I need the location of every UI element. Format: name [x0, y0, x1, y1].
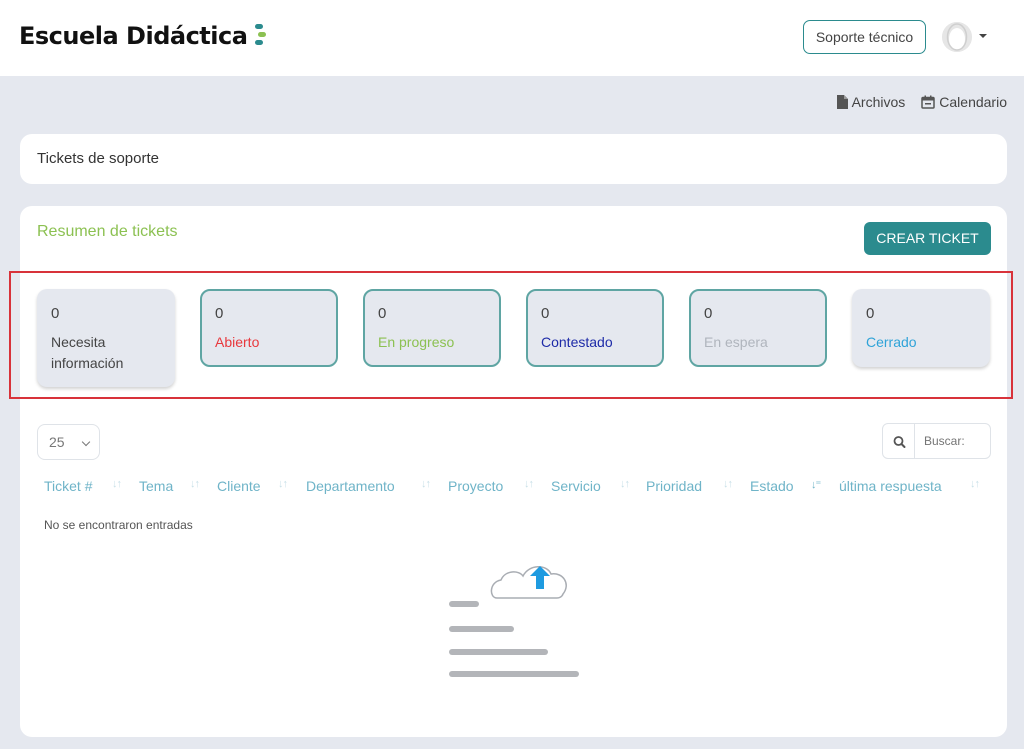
archivos-label: Archivos [851, 94, 906, 110]
stat-label: Abierto [215, 334, 260, 350]
page-title-card: Tickets de soporte [20, 134, 1007, 184]
page-length-value: 25 [49, 434, 65, 450]
page-title: Tickets de soporte [37, 150, 159, 167]
col-tema[interactable]: Tema [139, 478, 173, 494]
stat-count: 0 [866, 305, 875, 322]
sort-icon: ↓↑ [970, 478, 980, 490]
search-icon [893, 436, 906, 448]
stat-count: 0 [215, 305, 224, 322]
col-ticket[interactable]: Ticket # [44, 478, 93, 494]
stat-label: En progreso [378, 334, 455, 350]
page-length-select[interactable]: 25 [37, 424, 100, 460]
sort-icon: ↓↑ [723, 478, 733, 490]
stat-on-hold[interactable]: 0 En espera [689, 289, 827, 367]
calendar-icon [921, 95, 936, 109]
empty-message: No se encontraron entradas [44, 518, 193, 532]
logo[interactable]: Escuela Didáctica [19, 20, 267, 52]
col-servicio[interactable]: Servicio [551, 478, 601, 494]
stat-count: 0 [541, 305, 550, 322]
col-prioridad[interactable]: Prioridad [646, 478, 702, 494]
stat-label: Contestado [541, 334, 613, 350]
sort-icon: ↓↑ [620, 478, 630, 490]
sort-icon: ↓↑ [524, 478, 534, 490]
calendario-label: Calendario [939, 94, 1007, 110]
stat-closed[interactable]: 0 Cerrado [852, 289, 990, 367]
table-header: Ticket # ↓↑ Tema ↓↑ Cliente ↓↑ Departame… [44, 476, 991, 498]
stat-label: Necesita información [51, 334, 124, 371]
sort-desc-icon: ↓⁼ [811, 479, 821, 491]
archivos-link[interactable]: Archivos [836, 94, 906, 110]
quick-links: Archivos Calendario [836, 94, 1007, 110]
chevron-down-icon [81, 437, 91, 447]
stat-label: Cerrado [866, 334, 917, 350]
col-proyecto[interactable]: Proyecto [448, 478, 503, 494]
summary-title: Resumen de tickets [37, 223, 178, 240]
col-estado[interactable]: Estado [750, 478, 794, 494]
stat-count: 0 [51, 305, 60, 322]
logo-mark-icon [252, 21, 267, 51]
stat-answered[interactable]: 0 Contestado [526, 289, 664, 367]
create-ticket-button[interactable]: CREAR TICKET [864, 222, 991, 255]
col-ultima-respuesta[interactable]: última respuesta [839, 478, 942, 494]
sort-icon: ↓↑ [190, 478, 200, 490]
col-departamento[interactable]: Departamento [306, 478, 395, 494]
avatar[interactable] [942, 22, 972, 52]
search-input[interactable] [914, 423, 991, 459]
stat-count: 0 [704, 305, 713, 322]
col-cliente[interactable]: Cliente [217, 478, 261, 494]
stat-count: 0 [378, 305, 387, 322]
search-button[interactable] [882, 423, 915, 459]
stat-label: En espera [704, 334, 768, 350]
top-bar: Escuela Didáctica Soporte técnico [0, 0, 1024, 76]
tickets-card: Resumen de tickets CREAR TICKET 0 Necesi… [9, 206, 1013, 737]
user-menu-caret-icon[interactable] [979, 34, 987, 38]
sort-icon: ↓↑ [278, 478, 288, 490]
sort-icon: ↓↑ [112, 478, 122, 490]
stat-needs-info[interactable]: 0 Necesita información [37, 289, 175, 387]
calendario-link[interactable]: Calendario [921, 94, 1007, 110]
empty-upload-illustration-icon [449, 566, 579, 677]
file-icon [836, 95, 848, 109]
sort-icon: ↓↑ [421, 478, 431, 490]
stat-open[interactable]: 0 Abierto [200, 289, 338, 367]
stat-in-progress[interactable]: 0 En progreso [363, 289, 501, 367]
logo-text: Escuela Didáctica [19, 22, 248, 50]
support-button[interactable]: Soporte técnico [803, 20, 926, 54]
